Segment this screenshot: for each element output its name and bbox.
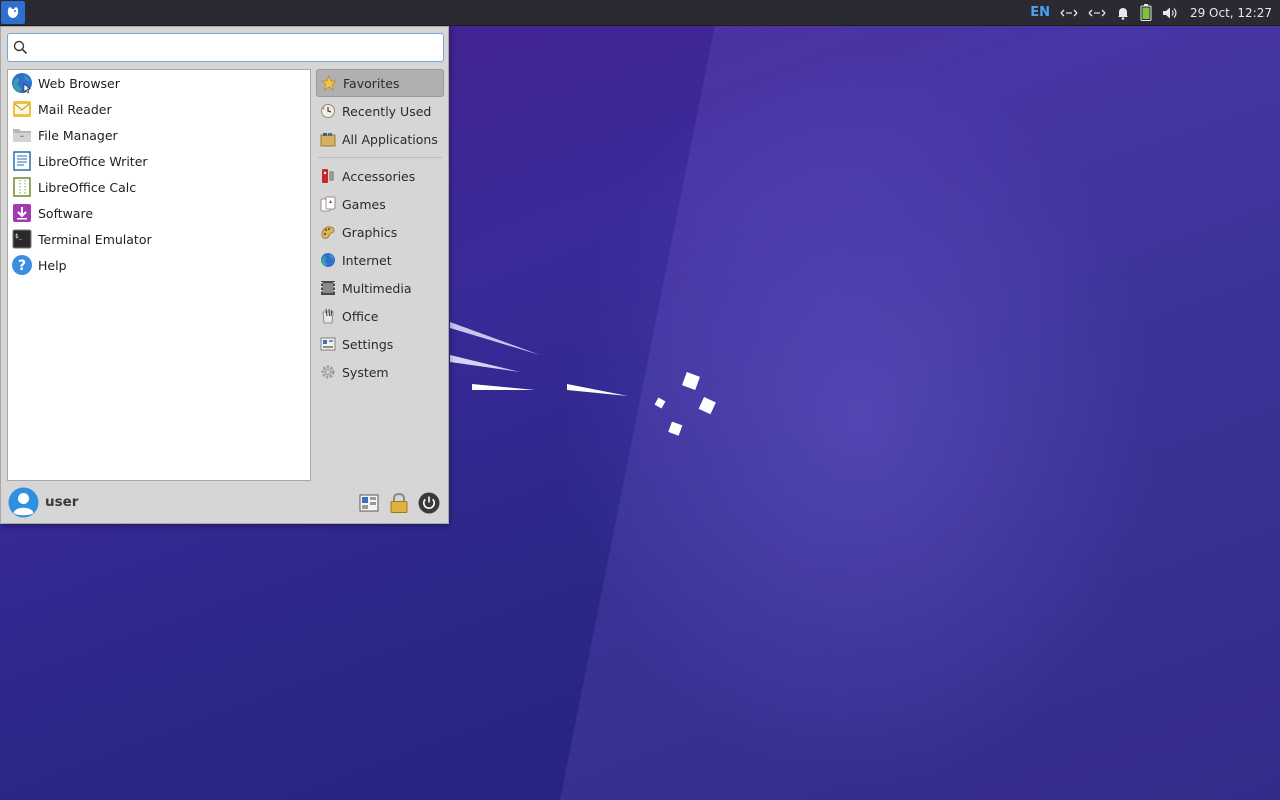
- username: user: [45, 494, 79, 510]
- category-label: Recently Used: [342, 103, 432, 119]
- writer-icon: [11, 150, 33, 172]
- category-system[interactable]: System: [316, 358, 444, 386]
- category-list: Favorites Recently Used All Applications…: [316, 69, 444, 386]
- graphics-icon: [319, 223, 337, 241]
- favorite-software[interactable]: Software: [8, 200, 310, 226]
- svg-text:?: ?: [18, 258, 26, 274]
- favorite-web-browser[interactable]: Web Browser: [8, 70, 310, 96]
- category-all-applications[interactable]: All Applications: [316, 125, 444, 153]
- keyboard-layout-indicator[interactable]: EN: [1030, 0, 1050, 25]
- category-office[interactable]: Office: [316, 302, 444, 330]
- lock-icon: [390, 492, 408, 513]
- category-accessories[interactable]: Accessories: [316, 162, 444, 190]
- search-box[interactable]: [7, 33, 444, 62]
- category-internet[interactable]: Internet: [316, 246, 444, 274]
- settings-manager-icon: [359, 494, 379, 512]
- settings-icon: [319, 335, 337, 353]
- bell-icon[interactable]: [1116, 0, 1130, 25]
- internet-icon: [319, 251, 337, 269]
- xfce-menu-icon: [7, 6, 19, 18]
- terminal-icon: $_: [11, 228, 33, 250]
- favorite-mail-reader[interactable]: Mail Reader: [8, 96, 310, 122]
- favorite-label: Software: [38, 205, 94, 221]
- favorite-label: Mail Reader: [38, 101, 112, 117]
- favorite-label: File Manager: [38, 127, 118, 143]
- accessories-icon: [319, 167, 337, 185]
- favorite-label: Help: [38, 257, 67, 273]
- star-icon: [320, 74, 338, 92]
- category-label: Internet: [342, 252, 392, 268]
- category-settings[interactable]: Settings: [316, 330, 444, 358]
- category-label: Games: [342, 196, 386, 212]
- applications-icon: [319, 130, 337, 148]
- user-avatar[interactable]: [8, 487, 39, 522]
- clock[interactable]: 29 Oct, 12:27: [1190, 0, 1272, 25]
- favorites-list: Web Browser Mail Reader File Manager Lib…: [7, 69, 311, 481]
- category-games[interactable]: Games: [316, 190, 444, 218]
- svg-text:$_: $_: [15, 233, 23, 240]
- category-favorites[interactable]: Favorites: [316, 69, 444, 97]
- top-panel: EN 29 Oct, 12:27: [0, 0, 1280, 26]
- category-separator: [318, 157, 442, 158]
- category-label: Accessories: [342, 168, 416, 184]
- whisker-menu: Web Browser Mail Reader File Manager Lib…: [0, 26, 449, 524]
- globe-icon: [11, 72, 33, 94]
- category-label: System: [342, 364, 389, 380]
- folder-icon: [11, 124, 33, 146]
- search-icon: [13, 40, 28, 55]
- calc-icon: [11, 176, 33, 198]
- mail-icon: [11, 98, 33, 120]
- favorite-label: Terminal Emulator: [38, 231, 152, 247]
- category-label: All Applications: [342, 131, 438, 147]
- search-input[interactable]: [34, 37, 438, 59]
- category-label: Multimedia: [342, 280, 412, 296]
- software-icon: [11, 202, 33, 224]
- category-label: Settings: [342, 336, 394, 352]
- battery-icon[interactable]: [1140, 0, 1152, 25]
- favorite-libreoffice-writer[interactable]: LibreOffice Writer: [8, 148, 310, 174]
- power-button[interactable]: [417, 491, 441, 515]
- favorite-label: LibreOffice Writer: [38, 153, 148, 169]
- multimedia-icon: [319, 279, 337, 297]
- system-icon: [319, 363, 337, 381]
- favorite-terminal-emulator[interactable]: $_ Terminal Emulator: [8, 226, 310, 252]
- network-icon[interactable]: [1060, 0, 1078, 25]
- category-label: Office: [342, 308, 379, 324]
- favorite-libreoffice-calc[interactable]: LibreOffice Calc: [8, 174, 310, 200]
- system-tray: EN 29 Oct, 12:27: [1030, 0, 1272, 25]
- category-graphics[interactable]: Graphics: [316, 218, 444, 246]
- settings-manager-button[interactable]: [357, 491, 381, 515]
- user-icon: [8, 487, 39, 518]
- category-label: Graphics: [342, 224, 398, 240]
- power-icon: [418, 492, 440, 514]
- favorite-file-manager[interactable]: File Manager: [8, 122, 310, 148]
- favorite-label: Web Browser: [38, 75, 120, 91]
- games-icon: [319, 195, 337, 213]
- menu-footer: user: [1, 483, 448, 523]
- favorite-label: LibreOffice Calc: [38, 179, 137, 195]
- speaker-icon[interactable]: [1162, 0, 1178, 25]
- category-recently-used[interactable]: Recently Used: [316, 97, 444, 125]
- favorite-help[interactable]: ? Help: [8, 252, 310, 278]
- network-icon[interactable]: [1088, 0, 1106, 25]
- office-icon: [319, 307, 337, 325]
- help-icon: ?: [11, 254, 33, 276]
- applications-menu-button[interactable]: [1, 1, 25, 24]
- category-label: Favorites: [343, 75, 400, 91]
- lock-screen-button[interactable]: [387, 491, 411, 515]
- category-multimedia[interactable]: Multimedia: [316, 274, 444, 302]
- clock-icon: [319, 102, 337, 120]
